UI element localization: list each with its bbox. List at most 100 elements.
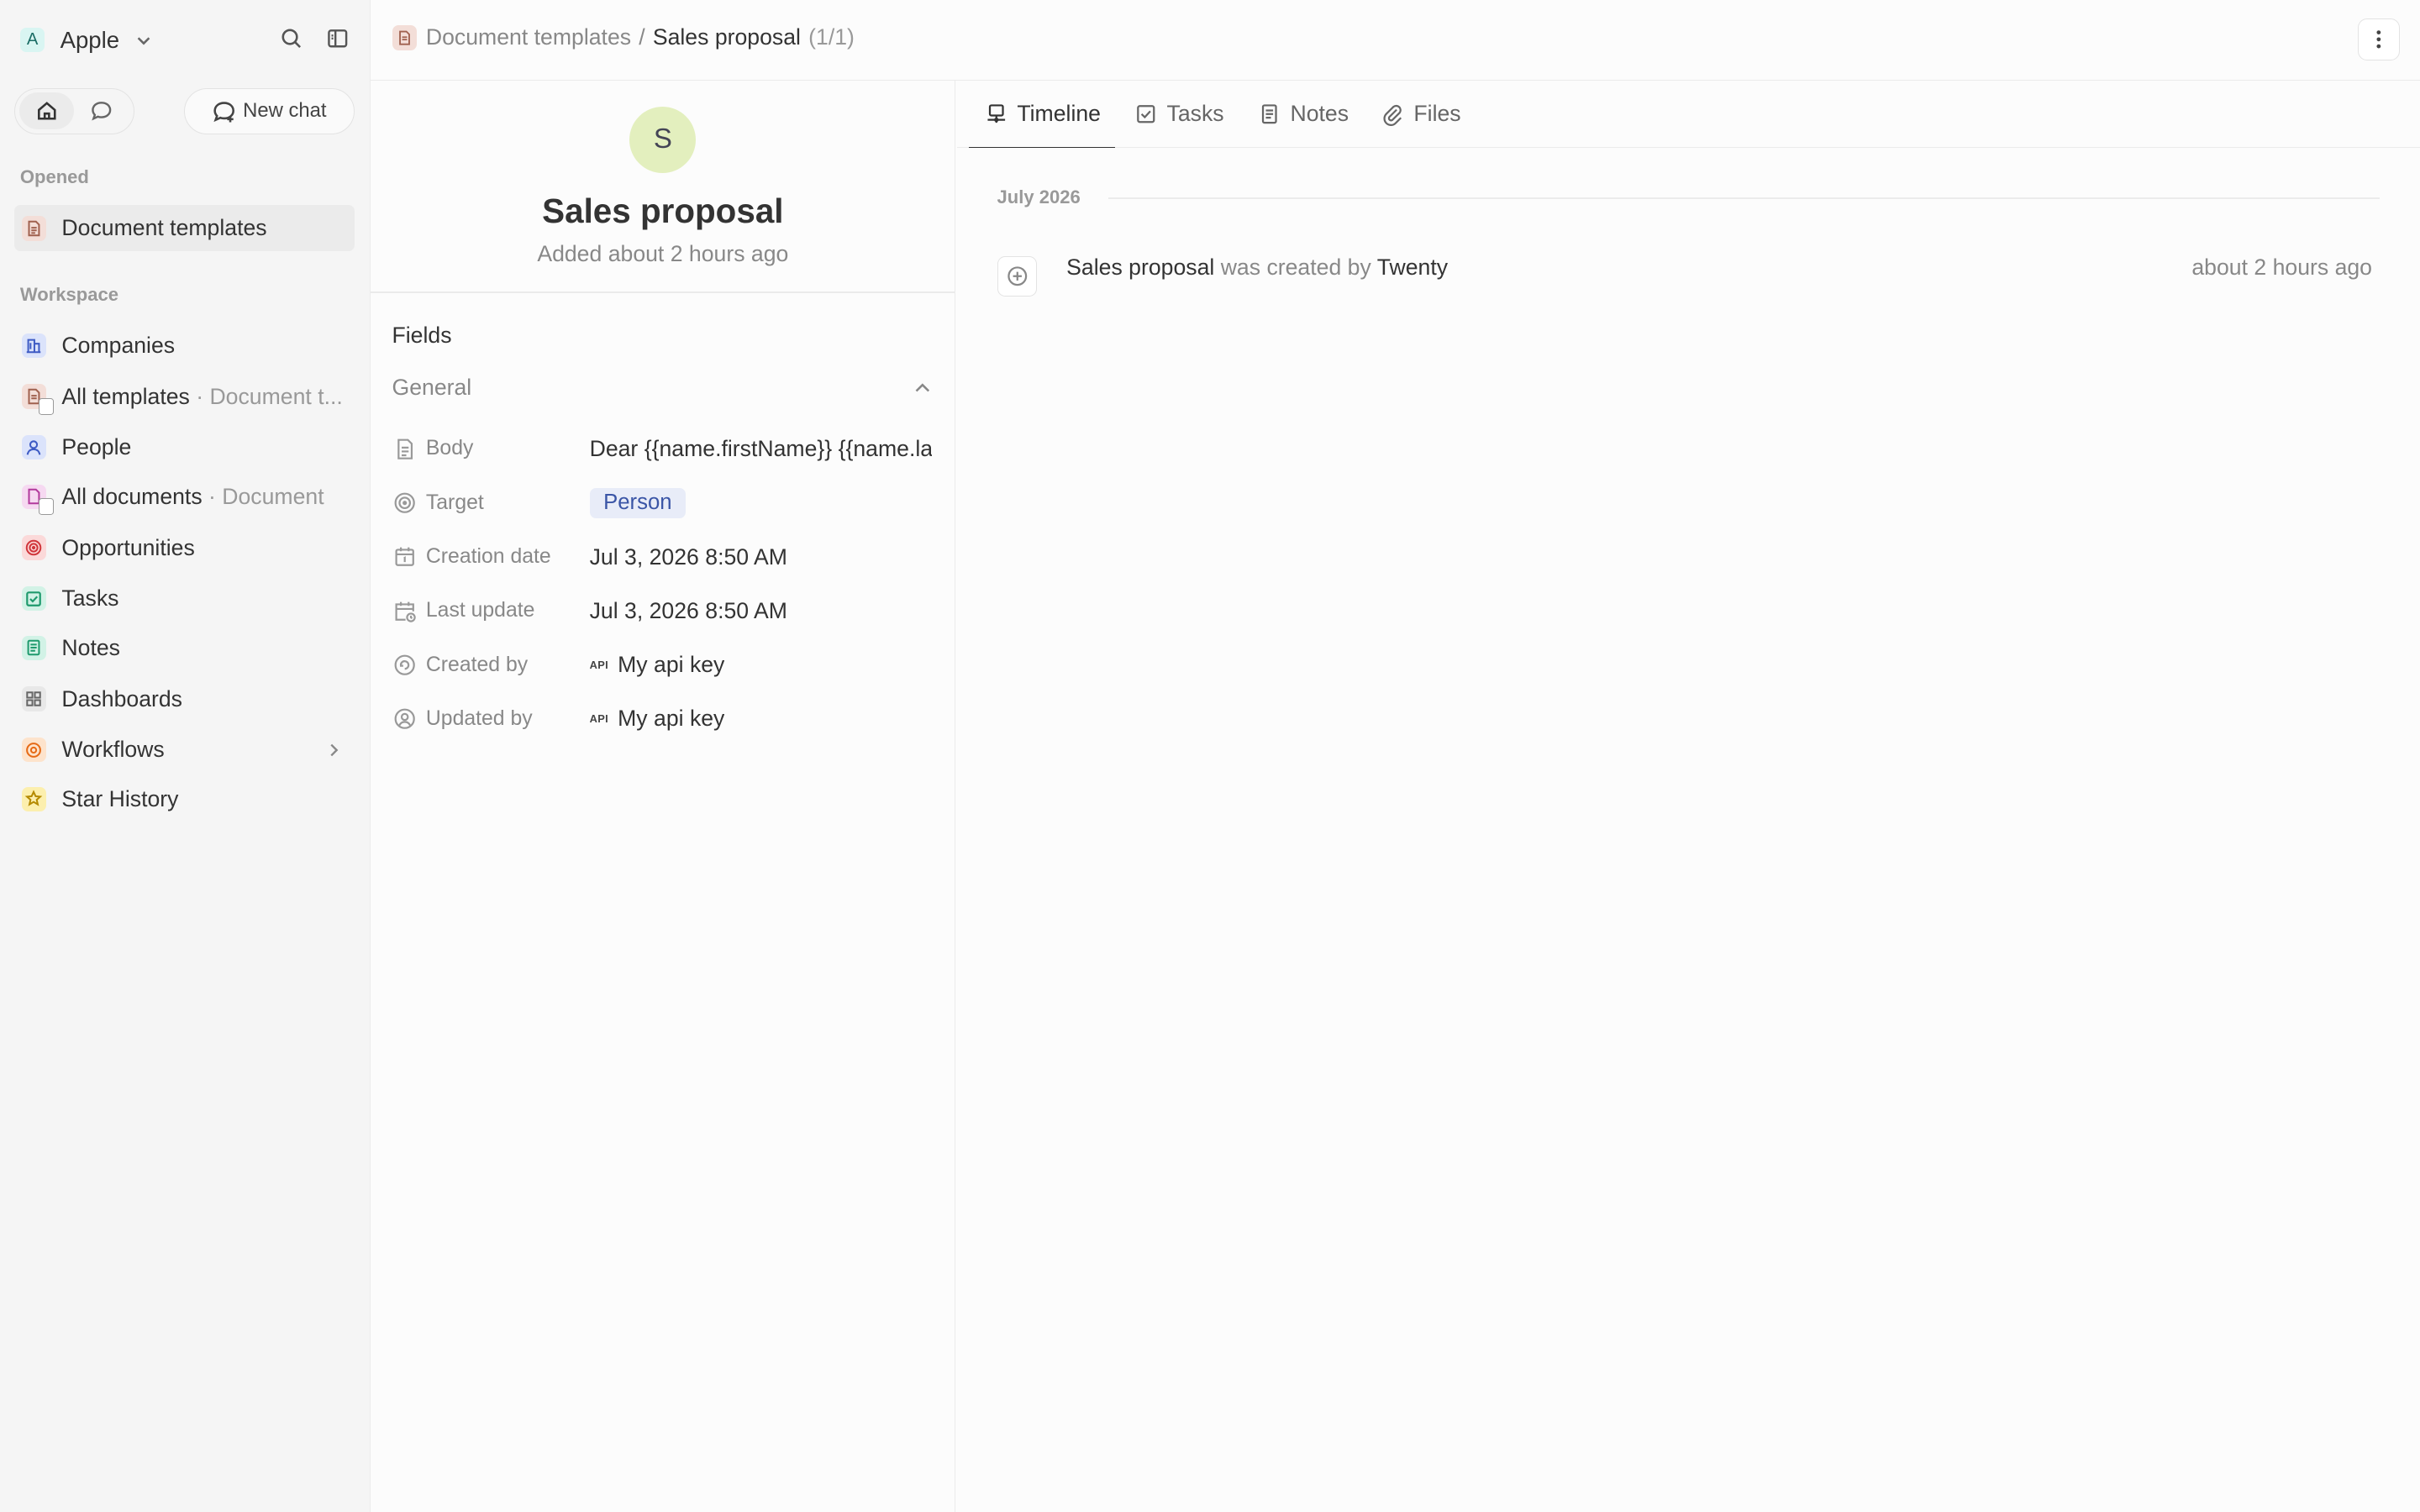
field-row-created-by: Created by API My api key: [392, 645, 934, 685]
user-circle-icon: [394, 654, 415, 675]
chevron-down-icon: [138, 37, 150, 45]
sidebar-item-label: All templates: [61, 383, 190, 409]
body-value[interactable]: Dear {{name.firstName}} {{name.lastName}…: [590, 436, 933, 462]
api-key-icon: API: [589, 712, 609, 726]
sidebar-item-workflows[interactable]: Workflows: [14, 727, 355, 773]
tab-notes[interactable]: Notes: [1258, 81, 1349, 149]
document-text-icon: [397, 438, 413, 459]
sidebar-item-sublabel: · Document t...: [196, 383, 343, 409]
sidebar-item-all-documents[interactable]: All documents · Document: [14, 474, 355, 520]
last-update-value: Jul 3, 2026 8:50 AM: [589, 597, 787, 623]
breadcrumb-parent-link[interactable]: Document templates: [426, 24, 631, 50]
sidebar-item-opportunities[interactable]: Opportunities: [14, 524, 355, 570]
sidebar-item-label: All documents: [61, 483, 203, 509]
note-icon: [21, 635, 47, 661]
paperclip-icon: [1383, 104, 1402, 126]
general-group-header[interactable]: General: [392, 375, 934, 401]
target-icon: [21, 535, 47, 560]
sidebar-item-document-templates[interactable]: Document templates: [13, 205, 355, 252]
sidebar-item-sublabel: · Document: [208, 483, 324, 509]
sidebar-item-label: Companies: [61, 332, 176, 358]
timeline-event: Sales proposal was created by Twenty: [1066, 255, 1448, 281]
more-options-button[interactable]: [2358, 18, 2401, 60]
event-subject-link[interactable]: Sales proposal: [1066, 255, 1214, 280]
settings-automation-icon: [21, 737, 47, 763]
breadcrumb-separator: /: [639, 24, 645, 50]
field-key-created-by: Created by: [392, 653, 590, 677]
field-label: Last update: [425, 599, 535, 622]
sidebar-item-label: Notes: [61, 634, 120, 660]
sidebar-item-dashboards[interactable]: Dashboards: [14, 675, 355, 722]
workspace-name: Apple: [60, 26, 120, 53]
calendar-icon: [394, 548, 414, 567]
home-icon[interactable]: [19, 92, 75, 130]
workspace-section-label: Workspace: [19, 283, 119, 305]
tab-label: Notes: [1290, 101, 1349, 127]
person-icon: [21, 434, 47, 460]
sidebar-item-label: Document templates: [61, 215, 267, 241]
new-chat-button[interactable]: New chat: [183, 87, 355, 134]
sidebar-item-companies[interactable]: Companies: [14, 323, 355, 369]
record-avatar[interactable]: S: [629, 106, 697, 173]
chevron-up-icon: [916, 383, 930, 392]
field-label: Creation date: [425, 545, 551, 569]
field-key-body: Body: [392, 437, 590, 461]
workspace-switcher[interactable]: A Apple: [19, 24, 352, 55]
field-row-target: Target Person: [392, 483, 934, 523]
timeline-divider: [1107, 197, 2381, 199]
created-by-value: API My api key: [590, 652, 725, 678]
field-label: Updated by: [425, 706, 533, 730]
event-verb: was created by: [1220, 255, 1371, 281]
document-view-icon: [21, 384, 55, 416]
more-vertical-icon: [2376, 30, 2381, 49]
event-timestamp: about 2 hours ago: [2191, 255, 2372, 281]
target-value[interactable]: Person: [589, 487, 687, 518]
field-label: Created by: [425, 653, 529, 676]
tab-tasks[interactable]: Tasks: [1134, 81, 1224, 149]
checkbox-icon: [1137, 105, 1155, 123]
record-tabs: Timeline Tasks Notes Files: [956, 81, 2420, 149]
sidebar-item-all-templates[interactable]: All templates · Document t...: [14, 373, 355, 419]
field-row-last-update: Last update Jul 3, 2026 8:50 AM: [392, 591, 934, 631]
opened-section-label: Opened: [19, 166, 89, 188]
target-icon: [394, 492, 415, 513]
created-by-name: My api key: [618, 652, 725, 678]
app-root: A Apple New chat Opened Document templat…: [0, 0, 2420, 1512]
creation-date-value: Jul 3, 2026 8:50 AM: [589, 543, 787, 570]
sidebar-item-label: Workflows: [61, 737, 165, 763]
chat-bubble-icon[interactable]: [74, 92, 129, 129]
search-icon[interactable]: [278, 24, 306, 52]
sidebar-item-label: Opportunities: [61, 534, 195, 560]
sidebar-item-people[interactable]: People: [14, 424, 355, 470]
record-count: (1/1): [808, 24, 855, 50]
new-chat-icon: [213, 101, 235, 123]
record-title[interactable]: Sales proposal: [371, 192, 955, 231]
field-label: Body: [425, 437, 474, 460]
sidebar-item-label: Star History: [61, 785, 179, 811]
updated-by-value: API My api key: [590, 706, 725, 732]
timeline-month-label: July 2026: [997, 186, 1081, 208]
field-key-creation-date: Creation date: [392, 544, 590, 569]
breadcrumb-current: Sales proposal: [652, 24, 801, 50]
field-key-target: Target: [392, 491, 590, 515]
sidebar-item-tasks[interactable]: Tasks: [14, 575, 355, 622]
field-key-updated-by: Updated by: [392, 706, 590, 731]
sidebar-actions: [278, 24, 352, 52]
star-icon: [21, 786, 47, 812]
sidebar-item-label: Tasks: [61, 585, 119, 612]
sidebar-item-notes[interactable]: Notes: [14, 625, 355, 671]
tab-files[interactable]: Files: [1381, 81, 1461, 149]
chevron-right-icon: [330, 743, 339, 756]
record-subtitle: Added about 2 hours ago: [537, 240, 789, 266]
field-label: Target: [425, 491, 484, 514]
target-chip: Person: [589, 487, 687, 518]
breadcrumb: Document templates / Sales proposal (1/1…: [392, 24, 855, 50]
tab-timeline[interactable]: Timeline: [969, 81, 1115, 149]
divider: [370, 291, 955, 293]
collapse-sidebar-icon[interactable]: [324, 24, 352, 52]
building-icon: [21, 333, 47, 359]
sidebar-item-star-history[interactable]: Star History: [14, 776, 355, 822]
timeline-icon: [987, 103, 1005, 123]
note-icon: [1261, 104, 1277, 124]
document-icon: [21, 216, 47, 241]
